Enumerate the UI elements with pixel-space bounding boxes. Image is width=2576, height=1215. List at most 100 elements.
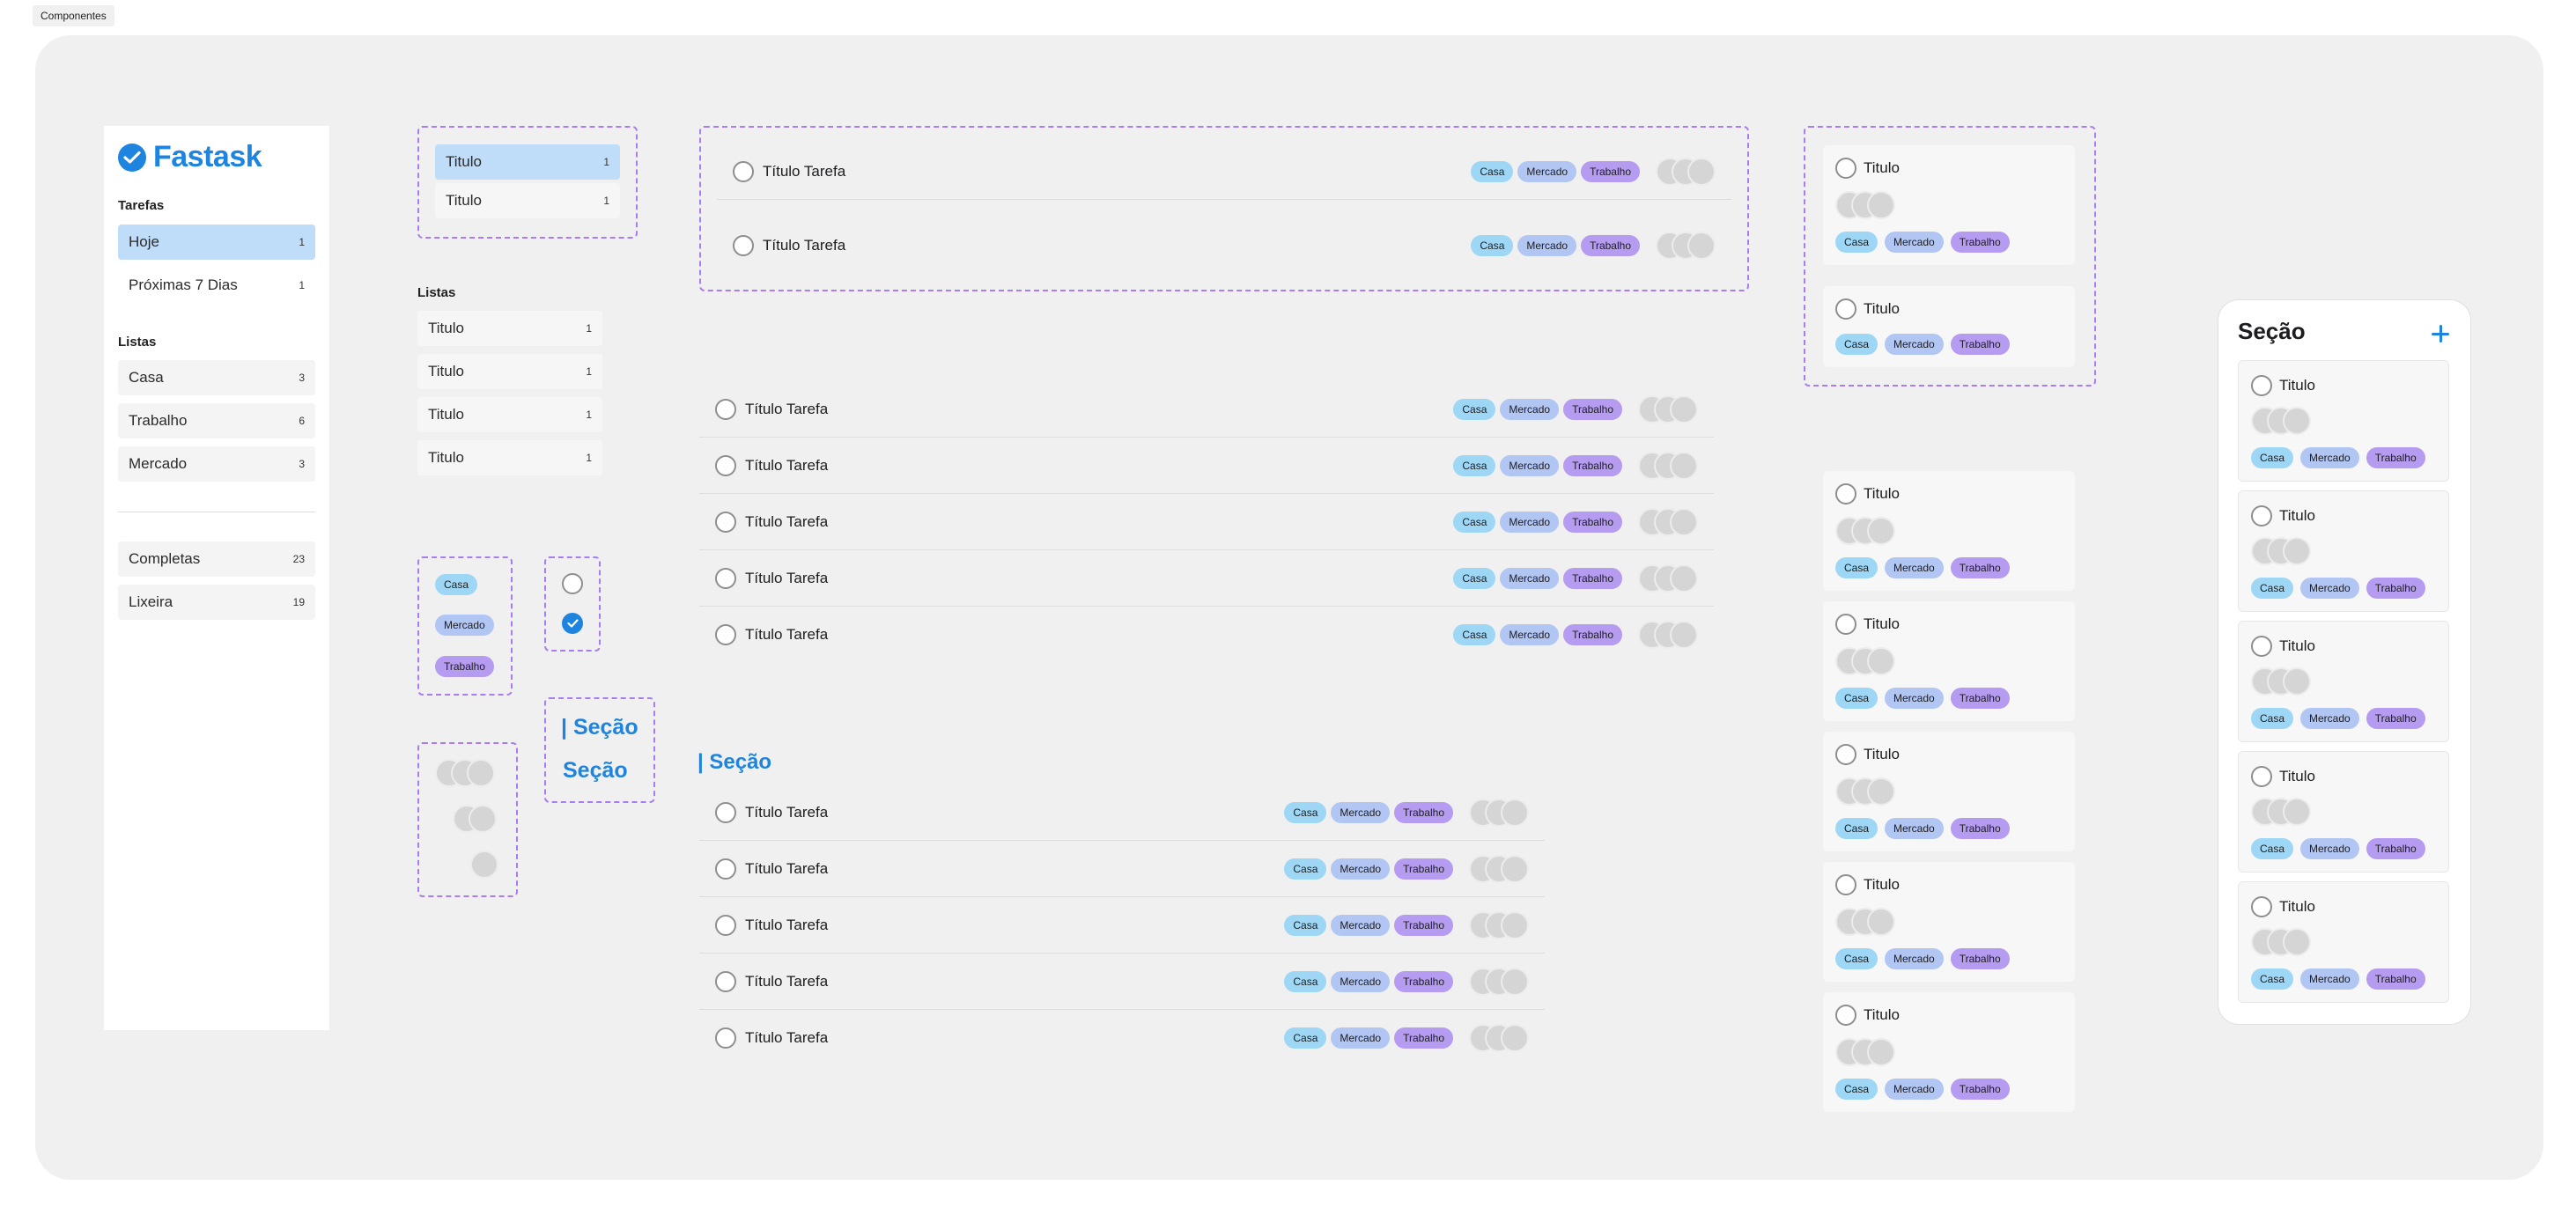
card-checkbox[interactable]	[2251, 766, 2272, 787]
task-card[interactable]: Titulo Casa Mercado Trabalho	[2238, 881, 2449, 1003]
task-card[interactable]: Titulo Casa Mercado Trabalho	[2238, 490, 2449, 612]
tag-trabalho[interactable]: Trabalho	[1950, 948, 2010, 969]
tag-mercado[interactable]: Mercado	[2300, 578, 2359, 599]
task-checkbox[interactable]	[715, 511, 736, 533]
task-row[interactable]: Título Tarefa Casa Mercado Trabalho	[717, 217, 1731, 274]
tag-casa[interactable]: Casa	[1835, 948, 1878, 969]
tag-trabalho[interactable]: Trabalho	[1950, 688, 2010, 709]
card-checkbox[interactable]	[1835, 298, 1856, 320]
tag-trabalho[interactable]: Trabalho	[1563, 567, 1622, 589]
tag-casa[interactable]: Casa	[1284, 801, 1327, 823]
tag-mercado[interactable]: Mercado	[1885, 818, 1944, 839]
task-checkbox[interactable]	[733, 235, 754, 256]
checkbox-unchecked[interactable]	[562, 573, 583, 594]
card-checkbox[interactable]	[2251, 505, 2272, 526]
tag-casa[interactable]: Casa	[1284, 914, 1327, 936]
tag-mercado[interactable]: Mercado	[2300, 838, 2359, 859]
card-checkbox[interactable]	[2251, 636, 2272, 657]
tag-casa[interactable]: Casa	[1835, 334, 1878, 355]
tag-mercado[interactable]: Mercado	[1885, 232, 1944, 253]
tag-casa[interactable]: Casa	[1835, 1079, 1878, 1100]
list-item[interactable]: Titulo 1	[417, 397, 602, 432]
tag-mercado[interactable]: Mercado	[1331, 801, 1391, 823]
tag-trabalho[interactable]: Trabalho	[1581, 235, 1640, 256]
tag-casa[interactable]: Casa	[1284, 970, 1327, 992]
tag-mercado[interactable]: Mercado	[1885, 688, 1944, 709]
task-checkbox[interactable]	[715, 801, 736, 823]
nav-item-active[interactable]: Titulo 1	[435, 144, 620, 180]
card-checkbox[interactable]	[1835, 483, 1856, 504]
sidebar-item-casa[interactable]: Casa 3	[118, 360, 315, 395]
nav-item-default[interactable]: Titulo 1	[435, 183, 620, 218]
tag-trabalho[interactable]: Trabalho	[2366, 578, 2425, 599]
tag-mercado[interactable]: Mercado	[1500, 454, 1560, 476]
tag-casa[interactable]: Casa	[1453, 624, 1496, 645]
card-checkbox[interactable]	[1835, 874, 1856, 895]
card-checkbox[interactable]	[2251, 375, 2272, 396]
task-row[interactable]: Título Tarefa Casa Mercado Trabalho	[699, 784, 1545, 841]
tag-casa[interactable]: Casa	[1835, 818, 1878, 839]
tag-casa[interactable]: Casa	[1453, 511, 1496, 533]
task-row[interactable]: Título Tarefa Casa Mercado Trabalho	[699, 438, 1714, 494]
card-checkbox[interactable]	[1835, 1005, 1856, 1026]
list-item[interactable]: Titulo 1	[417, 354, 602, 389]
task-checkbox[interactable]	[715, 914, 736, 936]
tag-trabalho[interactable]: Trabalho	[1950, 232, 2010, 253]
sidebar-item-hoje[interactable]: Hoje 1	[118, 225, 315, 260]
card-checkbox[interactable]	[2251, 896, 2272, 917]
tag-casa[interactable]: Casa	[1284, 858, 1327, 880]
tag-casa[interactable]: Casa	[1453, 398, 1496, 420]
tag-mercado[interactable]: Mercado	[1331, 970, 1391, 992]
tag-mercado[interactable]: Mercado	[1517, 160, 1577, 182]
tag-casa[interactable]: Casa	[435, 574, 478, 595]
task-card[interactable]: Titulo Casa Mercado Trabalho	[2238, 360, 2449, 482]
tag-casa[interactable]: Casa	[2251, 578, 2294, 599]
tag-trabalho[interactable]: Trabalho	[1950, 557, 2010, 578]
task-checkbox[interactable]	[715, 624, 736, 645]
tag-trabalho[interactable]: Trabalho	[1950, 1079, 2010, 1100]
task-card-compact[interactable]: Titulo Casa Mercado Trabalho	[1823, 286, 2075, 367]
tag-casa[interactable]: Casa	[2251, 708, 2294, 729]
task-card[interactable]: Titulo Casa Mercado Trabalho	[2238, 751, 2449, 873]
tag-mercado[interactable]: Mercado	[1331, 1027, 1391, 1049]
task-card[interactable]: Titulo Casa Mercado Trabalho	[1823, 732, 2075, 851]
list-item[interactable]: Titulo 1	[417, 440, 602, 475]
tag-casa[interactable]: Casa	[1835, 688, 1878, 709]
tag-mercado[interactable]: Mercado	[2300, 708, 2359, 729]
tag-trabalho[interactable]: Trabalho	[1563, 454, 1622, 476]
tag-trabalho[interactable]: Trabalho	[1563, 511, 1622, 533]
task-row[interactable]: Título Tarefa Casa Mercado Trabalho	[699, 954, 1545, 1010]
tag-trabalho[interactable]: Trabalho	[1394, 970, 1453, 992]
tag-trabalho[interactable]: Trabalho	[1950, 818, 2010, 839]
tag-trabalho[interactable]: Trabalho	[1394, 801, 1453, 823]
task-row[interactable]: Título Tarefa Casa Mercado Trabalho	[699, 1010, 1545, 1066]
sidebar-item-completas[interactable]: Completas 23	[118, 541, 315, 577]
tag-trabalho[interactable]: Trabalho	[1581, 160, 1640, 182]
tag-casa[interactable]: Casa	[1284, 1027, 1327, 1049]
task-row[interactable]: Título Tarefa Casa Mercado Trabalho	[717, 144, 1731, 200]
checkbox-checked[interactable]	[562, 613, 583, 634]
task-card[interactable]: Titulo Casa Mercado Trabalho	[1823, 862, 2075, 982]
tag-trabalho[interactable]: Trabalho	[1394, 914, 1453, 936]
task-checkbox[interactable]	[715, 398, 736, 420]
tag-trabalho[interactable]: Trabalho	[2366, 838, 2425, 859]
task-checkbox[interactable]	[715, 858, 736, 880]
tag-mercado[interactable]: Mercado	[1885, 334, 1944, 355]
tag-casa[interactable]: Casa	[2251, 447, 2294, 468]
task-checkbox[interactable]	[715, 454, 736, 476]
tag-trabalho[interactable]: Trabalho	[435, 656, 494, 677]
plus-icon[interactable]	[2432, 325, 2449, 342]
tag-trabalho[interactable]: Trabalho	[1950, 334, 2010, 355]
tag-mercado[interactable]: Mercado	[1517, 235, 1577, 256]
card-checkbox[interactable]	[1835, 614, 1856, 635]
tag-casa[interactable]: Casa	[1453, 454, 1496, 476]
tag-trabalho[interactable]: Trabalho	[2366, 968, 2425, 990]
tag-mercado[interactable]: Mercado	[1500, 624, 1560, 645]
card-checkbox[interactable]	[1835, 158, 1856, 179]
tag-trabalho[interactable]: Trabalho	[1394, 858, 1453, 880]
tag-mercado[interactable]: Mercado	[2300, 968, 2359, 990]
tag-mercado[interactable]: Mercado	[1885, 1079, 1944, 1100]
tag-trabalho[interactable]: Trabalho	[1394, 1027, 1453, 1049]
tag-casa[interactable]: Casa	[2251, 968, 2294, 990]
task-checkbox[interactable]	[715, 567, 736, 589]
